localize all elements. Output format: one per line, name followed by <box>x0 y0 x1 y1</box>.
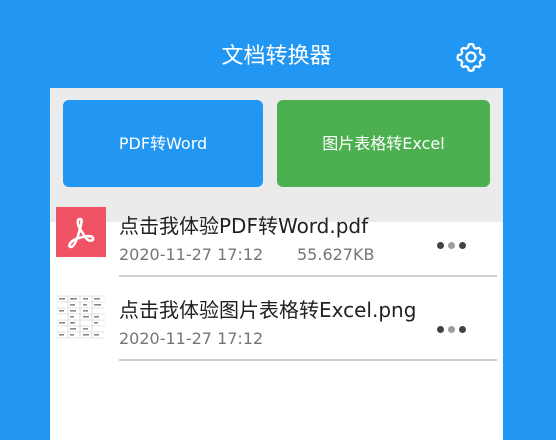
pdf-to-word-button[interactable]: PDF转Word <box>63 100 263 187</box>
gear-icon[interactable] <box>454 40 488 74</box>
more-options-icon[interactable] <box>433 320 473 340</box>
image-table-thumbnail <box>56 291 106 341</box>
more-options-icon[interactable] <box>433 236 473 256</box>
app-bar: 文档转换器 <box>50 26 503 88</box>
file-date: 2020-11-27 17:12 <box>119 245 264 264</box>
pdf-icon <box>56 207 106 257</box>
action-panel: PDF转Word 图片表格转Excel <box>50 88 503 222</box>
file-size: 55.627KB <box>297 245 375 264</box>
list-item[interactable]: 点击我体验图片表格转Excel.png 2020-11-27 17:12 <box>50 288 503 372</box>
list-item[interactable]: 点击我体验PDF转Word.pdf 2020-11-27 17:12 55.62… <box>50 204 503 288</box>
app-title: 文档转换器 <box>221 44 332 69</box>
app-window: 文档转换器 PDF转Word 图片表格转Excel 点击我体验PDF转Word.… <box>50 26 503 440</box>
image-table-to-excel-button[interactable]: 图片表格转Excel <box>277 100 490 187</box>
file-name: 点击我体验图片表格转Excel.png <box>119 298 417 322</box>
divider <box>119 359 497 361</box>
file-date: 2020-11-27 17:12 <box>119 329 264 348</box>
file-name: 点击我体验PDF转Word.pdf <box>119 214 369 238</box>
divider <box>119 275 497 277</box>
